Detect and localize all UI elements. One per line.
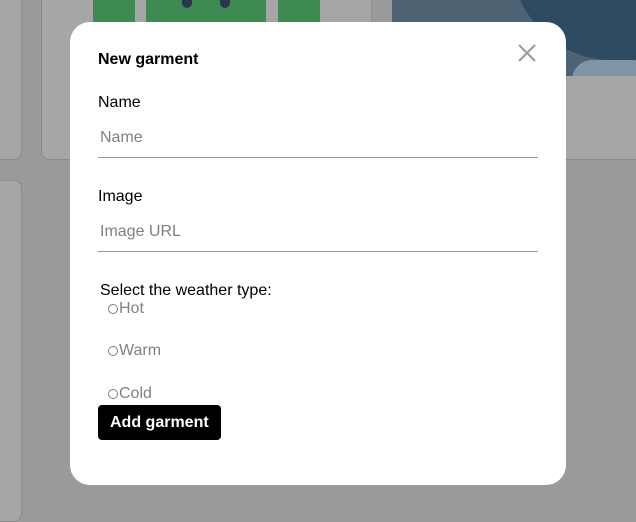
modal-title: New garment (98, 51, 199, 68)
weather-option-hot[interactable]: Hot (108, 300, 144, 318)
weather-option-label: Hot (119, 300, 144, 317)
name-label: Name (98, 94, 141, 111)
weather-option-label: Cold (119, 385, 152, 402)
radio-empty-icon[interactable] (108, 389, 118, 399)
weather-option-cold[interactable]: Cold (108, 385, 152, 403)
weather-option-label: Warm (119, 342, 162, 359)
image-label: Image (98, 188, 143, 205)
background-card (0, 0, 22, 160)
background-item-image (278, 0, 320, 22)
radio-empty-icon[interactable] (108, 346, 118, 356)
new-garment-modal: New garment Name Image Select the weathe… (70, 22, 566, 485)
image-url-input[interactable] (98, 212, 538, 252)
close-button[interactable] (516, 42, 538, 64)
radio-empty-icon[interactable] (108, 304, 118, 314)
weather-type-label: Select the weather type: (100, 282, 272, 299)
background-item-image (146, 0, 266, 22)
close-icon (518, 44, 536, 62)
background-item-image (93, 0, 135, 22)
name-input[interactable] (98, 118, 538, 158)
background-card (0, 180, 22, 522)
weather-option-warm[interactable]: Warm (108, 342, 161, 360)
add-garment-button[interactable]: Add garment (98, 405, 221, 440)
